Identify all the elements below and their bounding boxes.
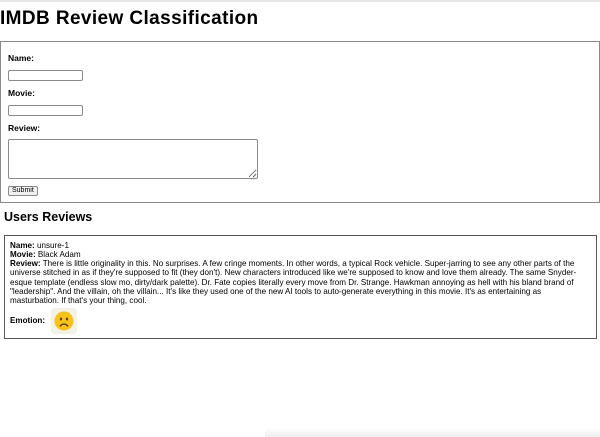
review-card: Name: unsure-1 Movie: Black Adam Review:…	[4, 235, 597, 339]
review-movie-row: Movie: Black Adam	[10, 250, 592, 259]
review-textarea[interactable]	[8, 139, 258, 179]
review-movie-value: Black Adam	[37, 250, 81, 260]
review-movie-label: Movie:	[10, 250, 36, 260]
movie-label: Movie:	[8, 88, 35, 98]
review-name-label: Name:	[10, 241, 35, 250]
review-name-value: unsure-1	[37, 241, 69, 250]
name-input[interactable]	[8, 70, 83, 81]
review-form: Name: Movie: Review: Submit	[0, 41, 600, 203]
page-title: IMDB Review Classification	[0, 8, 259, 29]
review-name-row: Name: unsure-1	[10, 241, 592, 250]
reviews-section-title: Users Reviews	[4, 210, 93, 224]
submit-button[interactable]: Submit	[8, 186, 38, 196]
review-body-row: Review: There is little originality in t…	[10, 259, 592, 305]
review-label: Review:	[8, 123, 41, 133]
emotion-label: Emotion:	[10, 316, 46, 325]
name-label: Name:	[8, 53, 34, 63]
top-border	[0, 0, 600, 2]
review-body-text: There is little originality in this. No …	[10, 259, 577, 305]
frowning-face-icon	[51, 308, 77, 334]
movie-input[interactable]	[8, 105, 83, 116]
review-body-label: Review:	[10, 259, 41, 269]
bottom-shadow	[265, 428, 600, 437]
review-details: Name: unsure-1 Movie: Black Adam Review:…	[10, 241, 592, 305]
